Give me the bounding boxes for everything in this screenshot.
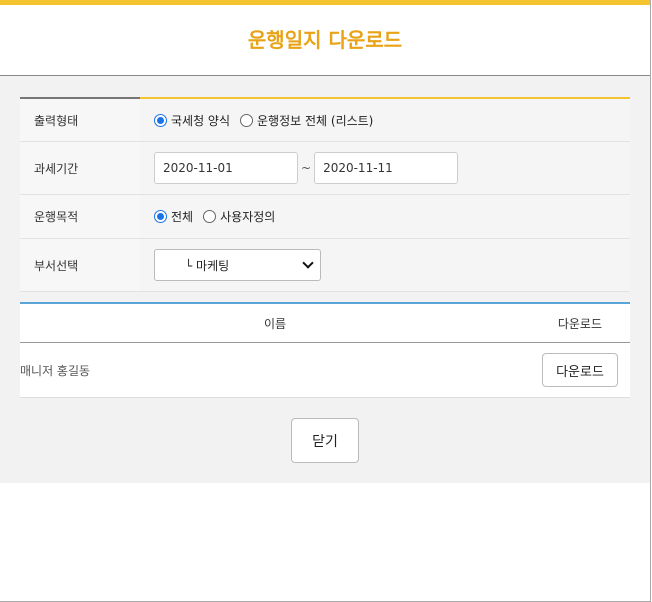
row-name: 매니저 홍길동: [20, 363, 91, 378]
dialog-title: 운행일지 다운로드: [247, 28, 403, 52]
end-date-input[interactable]: [314, 152, 459, 184]
radio-nts-format-label: 국세청 양식: [171, 113, 231, 128]
start-date-input[interactable]: [154, 152, 298, 184]
radio-checked-icon: [154, 210, 167, 223]
table-row: 매니저 홍길동 다운로드: [20, 343, 630, 398]
download-button[interactable]: 다운로드: [542, 353, 618, 387]
radio-purpose-custom[interactable]: 사용자정의: [203, 208, 275, 225]
dialog-top-accent-bar: [0, 0, 650, 5]
row-department: 부서선택 └ 마케팅: [20, 239, 630, 292]
department-selected-value: └ 마케팅: [185, 258, 230, 273]
output-type-label: 출력형태: [20, 97, 140, 141]
radio-nts-format[interactable]: 국세청 양식: [154, 112, 230, 129]
dialog-body: 출력형태 국세청 양식 운행정보 전체 (리스트) 과세기간 ~: [0, 76, 650, 483]
radio-purpose-all[interactable]: 전체: [154, 208, 193, 225]
radio-all-trip-list[interactable]: 운행정보 전체 (리스트): [240, 112, 373, 129]
row-output-type: 출력형태 국세청 양식 운행정보 전체 (리스트): [20, 97, 630, 142]
chevron-down-icon: [302, 257, 314, 269]
radio-all-trip-list-label: 운행정보 전체 (리스트): [257, 113, 374, 128]
row-tax-period: 과세기간 ~: [20, 142, 630, 195]
radio-purpose-custom-label: 사용자정의: [220, 210, 276, 224]
department-select[interactable]: └ 마케팅: [154, 249, 321, 281]
trip-purpose-label: 운행목적: [20, 195, 140, 238]
download-dialog: 운행일지 다운로드 출력형태 국세청 양식 운행정보 전체 (리스트) 과세기간…: [0, 0, 651, 602]
output-type-options: 국세청 양식 운행정보 전체 (리스트): [140, 97, 630, 141]
list-header: 이름 다운로드: [20, 304, 630, 343]
download-list: 이름 다운로드 매니저 홍길동 다운로드: [20, 302, 630, 398]
radio-unchecked-icon: [203, 210, 217, 223]
date-range-separator: ~: [301, 161, 312, 175]
close-button[interactable]: 닫기: [291, 418, 359, 463]
options-form: 출력형태 국세청 양식 운행정보 전체 (리스트) 과세기간 ~: [20, 97, 630, 292]
radio-checked-icon: [154, 113, 167, 127]
tax-period-label: 과세기간: [20, 142, 140, 194]
tax-period-inputs: ~: [140, 142, 630, 194]
radio-unchecked-icon: [240, 113, 254, 127]
department-label: 부서선택: [20, 239, 140, 291]
trip-purpose-options: 전체 사용자정의: [140, 195, 630, 238]
department-select-cell: └ 마케팅: [140, 239, 630, 291]
row-trip-purpose: 운행목적 전체 사용자정의: [20, 195, 630, 239]
radio-purpose-all-label: 전체: [171, 210, 194, 224]
column-header-name: 이름: [263, 316, 287, 331]
column-header-download: 다운로드: [557, 316, 602, 331]
